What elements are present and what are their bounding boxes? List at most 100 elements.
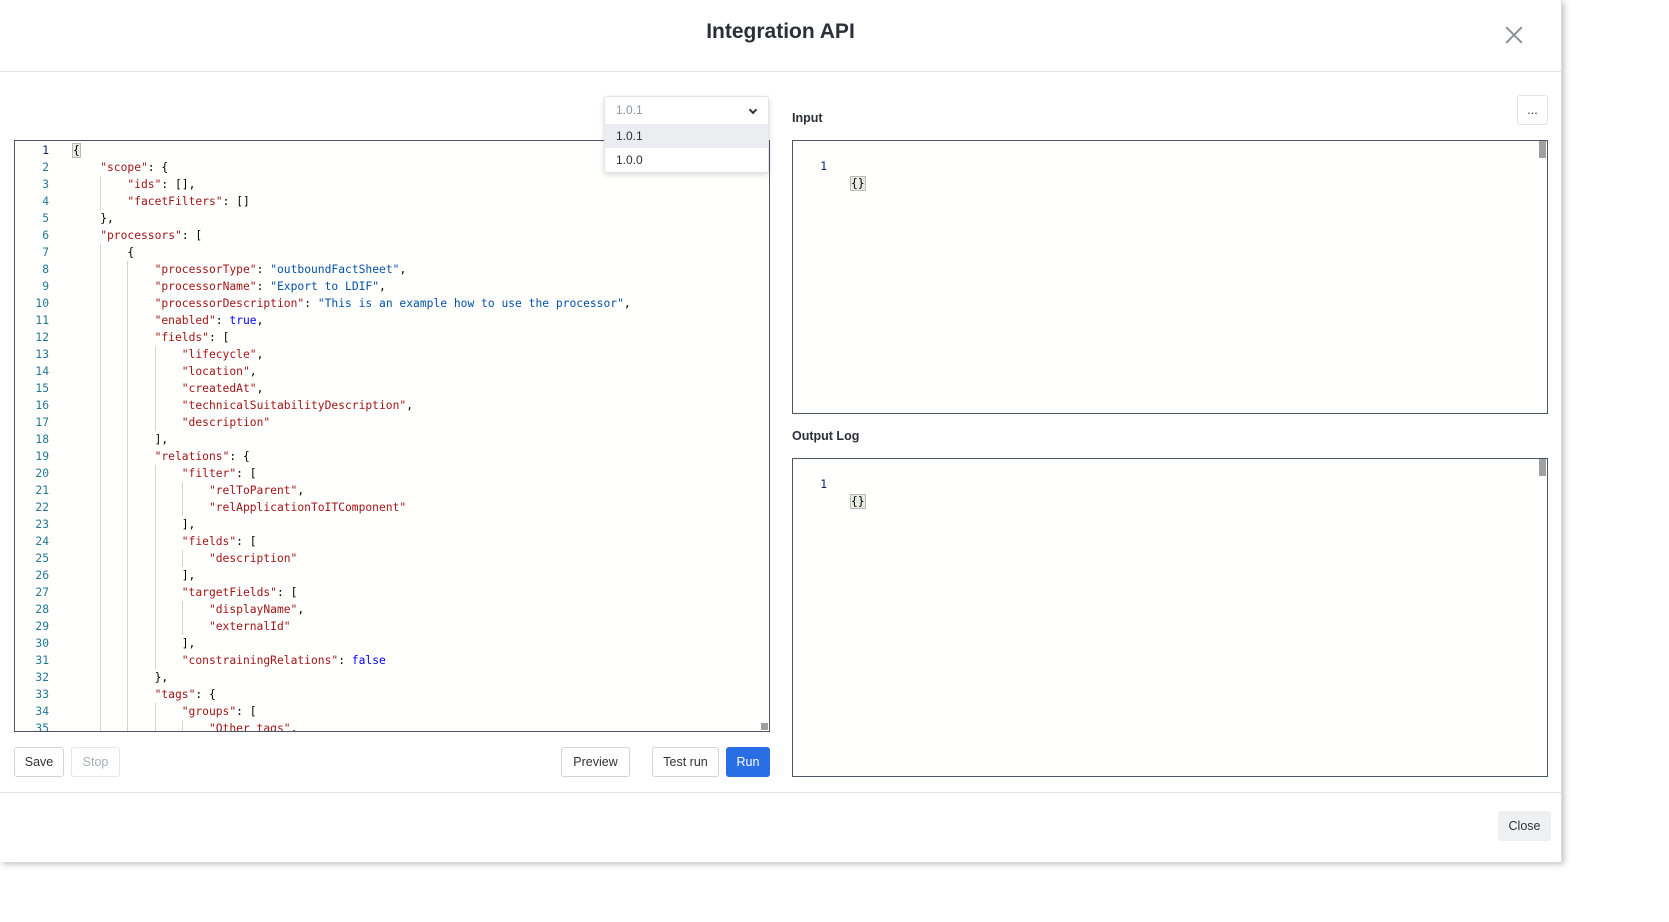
line-number: 29: [35, 620, 49, 633]
code-text: {}: [850, 176, 866, 191]
line-number: 33: [35, 688, 49, 701]
indent-guide: [127, 431, 154, 448]
indent-guide: [154, 720, 182, 731]
code-token: "relApplicationToITComponent": [208, 501, 407, 514]
indent-guide: [127, 414, 154, 431]
code-token: ,: [249, 365, 257, 378]
more-options-button[interactable]: ...: [1517, 95, 1548, 125]
version-select[interactable]: 1.0.1: [605, 97, 768, 124]
code-token: true: [229, 314, 257, 327]
indent-guide: [73, 533, 100, 550]
line-number: 2: [42, 161, 49, 174]
output-log-label: Output Log: [792, 429, 860, 443]
indent-guide: [127, 686, 154, 703]
scrollbar[interactable]: [1539, 459, 1546, 476]
code-token: : {: [147, 161, 169, 174]
indent-guide: [154, 601, 182, 618]
close-icon[interactable]: [1503, 24, 1525, 46]
line-number: 1: [820, 160, 827, 173]
code-line: 22 "relApplicationToITComponent": [15, 499, 769, 516]
indent-guide: [127, 278, 154, 295]
code-line: 13 "lifecycle",: [15, 346, 769, 363]
code-token: "tags": [154, 688, 196, 701]
line-number: 21: [35, 484, 49, 497]
preview-button[interactable]: Preview: [561, 747, 630, 777]
indent-guide: [100, 669, 127, 686]
code-line: 14 "location",: [15, 363, 769, 380]
code-line: 17 "description": [15, 414, 769, 431]
code-token: ],: [154, 433, 169, 446]
indent-guide: [127, 601, 154, 618]
indent-guide: [127, 567, 154, 584]
code-token: : [: [236, 705, 257, 718]
indent-guide: [100, 278, 127, 295]
code-token: ],: [181, 518, 196, 531]
code-line: 24 "fields": [: [15, 533, 769, 550]
indent-guide: [154, 584, 182, 601]
indent-guide: [127, 499, 154, 516]
code-token: ,: [406, 399, 414, 412]
indent-guide: [73, 193, 100, 210]
indent-guide: [100, 448, 127, 465]
code-token: "lifecycle": [181, 348, 257, 361]
code-line: 8 "processorType": "outboundFactSheet",: [15, 261, 769, 278]
line-number: 11: [35, 314, 49, 327]
line-number: 3: [42, 178, 49, 191]
code-line: 32},: [15, 669, 769, 686]
indent-guide: [127, 703, 154, 720]
indent-guide: [73, 635, 100, 652]
output-log-editor[interactable]: 1 {}: [792, 458, 1548, 777]
line-number: 4: [42, 195, 49, 208]
code-line: 7{: [15, 244, 769, 261]
code-token: "technicalSuitabilityDescription": [181, 399, 407, 412]
code-line: 9 "processorName": "Export to LDIF",: [15, 278, 769, 295]
code-token: "scope": [100, 161, 148, 174]
indent-guide: [127, 550, 154, 567]
close-button[interactable]: Close: [1498, 811, 1551, 841]
input-label: Input: [792, 111, 823, 125]
code-token: "processorName": [154, 280, 257, 293]
indent-guide: [73, 584, 100, 601]
code-line: 18],: [15, 431, 769, 448]
indent-guide: [100, 516, 127, 533]
line-number: 1: [42, 144, 49, 157]
indent-guide: [127, 397, 154, 414]
version-dropdown[interactable]: 1.0.1 1.0.1 1.0.0: [604, 96, 769, 173]
code-token: "ids": [127, 178, 162, 191]
code-token: ,: [297, 484, 305, 497]
indent-guide: [100, 550, 127, 567]
code-line: 34 "groups": [: [15, 703, 769, 720]
version-option[interactable]: 1.0.0: [605, 148, 768, 172]
indent-guide: [73, 431, 100, 448]
indent-guide: [73, 465, 100, 482]
indent-guide: [100, 397, 127, 414]
code-token: "Export to LDIF": [270, 280, 380, 293]
code-token: "constrainingRelations": [181, 654, 339, 667]
indent-guide: [73, 227, 100, 244]
input-editor[interactable]: 1 {}: [792, 140, 1548, 414]
stop-button[interactable]: Stop: [71, 747, 120, 777]
selected-version: 1.0.1: [616, 103, 643, 117]
line-number: 10: [35, 297, 49, 310]
code-line: 19 "relations": {: [15, 448, 769, 465]
test-run-button[interactable]: Test run: [652, 747, 719, 777]
scrollbar[interactable]: [1539, 141, 1546, 158]
code-token: "Other tags": [208, 722, 291, 732]
line-number: 34: [35, 705, 49, 718]
code-token: "groups": [181, 705, 237, 718]
code-text: {}: [850, 494, 866, 509]
indent-guide: [181, 499, 209, 516]
indent-guide: [73, 669, 100, 686]
code-line: 28 "displayName",: [15, 601, 769, 618]
indent-guide: [100, 601, 127, 618]
indent-guide: [127, 261, 154, 278]
line-number: 23: [35, 518, 49, 531]
save-button[interactable]: Save: [14, 747, 64, 777]
code-line: 26],: [15, 567, 769, 584]
run-button[interactable]: Run: [726, 747, 770, 777]
code-token: },: [100, 212, 114, 225]
processor-config-editor[interactable]: 1{2 "scope": {3 "ids": [], 4 "facetFilters":…: [14, 140, 770, 732]
code-token: : {: [229, 450, 250, 463]
version-option[interactable]: 1.0.1: [605, 124, 768, 148]
code-token: : [: [208, 331, 230, 344]
